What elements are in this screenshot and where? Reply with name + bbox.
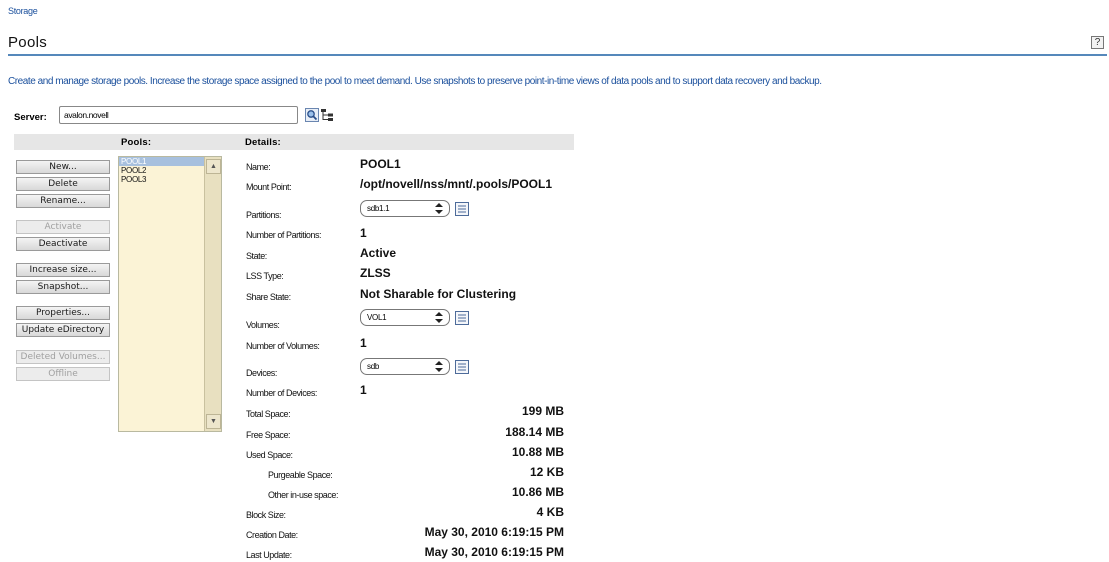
delete-button[interactable]: Delete: [16, 177, 110, 191]
details-list-icon[interactable]: [455, 360, 469, 374]
new-button[interactable]: New...: [16, 160, 110, 174]
page-title: Pools: [8, 34, 48, 51]
select-arrows-icon: [435, 361, 443, 372]
deactivate-button[interactable]: Deactivate: [16, 237, 110, 251]
select-arrows-icon: [435, 203, 443, 214]
details-list-icon[interactable]: [455, 311, 469, 325]
block-size-label: Block Size:: [246, 510, 286, 520]
used-space-label: Used Space:: [246, 450, 293, 460]
server-input[interactable]: [59, 106, 298, 124]
num-partitions-label: Number of Partitions:: [246, 230, 322, 240]
num-partitions-value: 1: [360, 226, 367, 240]
partitions-label: Partitions:: [246, 210, 282, 220]
scroll-down-icon[interactable]: ▼: [206, 414, 221, 429]
num-devices-label: Number of Devices:: [246, 388, 317, 398]
volumes-label: Volumes:: [246, 320, 280, 330]
activate-button[interactable]: Activate: [16, 220, 110, 234]
creation-date-value: May 30, 2010 6:19:15 PM: [424, 525, 564, 539]
other-inuse-space-value: 10.86 MB: [511, 485, 564, 499]
devices-selected-value: sdb: [367, 362, 379, 371]
update-edirectory-button[interactable]: Update eDirectory: [16, 323, 110, 337]
list-item[interactable]: POOL1: [119, 157, 204, 166]
name-value: POOL1: [360, 157, 401, 171]
mount-point-value: /opt/novell/nss/mnt/.pools/POOL1: [360, 177, 553, 191]
state-label: State:: [246, 251, 267, 261]
rename-button[interactable]: Rename...: [16, 194, 110, 208]
list-item[interactable]: POOL3: [119, 175, 204, 184]
share-state-label: Share State:: [246, 292, 291, 302]
purgeable-space-value: 12 KB: [529, 465, 564, 479]
search-icon[interactable]: [305, 108, 319, 122]
free-space-value: 188.14 MB: [505, 425, 564, 439]
purgeable-space-label: Purgeable Space:: [268, 470, 333, 480]
free-space-label: Free Space:: [246, 430, 291, 440]
last-update-label: Last Update:: [246, 550, 292, 560]
snapshot-button[interactable]: Snapshot...: [16, 280, 110, 294]
mount-point-label: Mount Point:: [246, 182, 292, 192]
num-devices-value: 1: [360, 383, 367, 397]
server-label: Server:: [14, 112, 47, 123]
pools-scrollbar[interactable]: ▲ ▼: [204, 157, 221, 431]
properties-button[interactable]: Properties...: [16, 306, 110, 320]
title-divider: [8, 54, 1107, 56]
help-icon[interactable]: ?: [1091, 36, 1104, 49]
total-space-value: 199 MB: [521, 404, 564, 418]
page-description: Create and manage storage pools. Increas…: [8, 76, 822, 87]
panel-header-bar: [14, 134, 574, 150]
last-update-value: May 30, 2010 6:19:15 PM: [424, 545, 564, 559]
used-space-value: 10.88 MB: [511, 445, 564, 459]
partitions-select[interactable]: sdb1.1: [360, 200, 450, 217]
increase-size-button[interactable]: Increase size...: [16, 263, 110, 277]
share-state-value: Not Sharable for Clustering: [360, 287, 517, 301]
block-size-value: 4 KB: [536, 505, 564, 519]
scroll-up-icon[interactable]: ▲: [206, 159, 221, 174]
creation-date-label: Creation Date:: [246, 530, 298, 540]
partitions-selected-value: sdb1.1: [367, 204, 390, 213]
num-volumes-label: Number of Volumes:: [246, 341, 320, 351]
breadcrumb[interactable]: Storage: [8, 6, 38, 16]
details-header: Details:: [245, 137, 281, 148]
select-arrows-icon: [435, 312, 443, 323]
offline-button[interactable]: Offline: [16, 367, 110, 381]
num-volumes-value: 1: [360, 336, 367, 350]
volumes-selected-value: VOL1: [367, 313, 387, 322]
lss-type-label: LSS Type:: [246, 271, 284, 281]
lss-type-value: ZLSS: [360, 266, 391, 280]
other-inuse-space-label: Other in-use space:: [268, 490, 338, 500]
volumes-select[interactable]: VOL1: [360, 309, 450, 326]
state-value: Active: [360, 246, 397, 260]
list-item[interactable]: POOL2: [119, 166, 204, 175]
pools-header: Pools:: [121, 137, 152, 148]
deleted-volumes-button[interactable]: Deleted Volumes...: [16, 350, 110, 364]
devices-select[interactable]: sdb: [360, 358, 450, 375]
pools-listbox[interactable]: POOL1 POOL2 POOL3 ▲ ▼: [118, 156, 222, 432]
details-list-icon[interactable]: [455, 202, 469, 216]
devices-label: Devices:: [246, 368, 277, 378]
name-label: Name:: [246, 162, 271, 172]
browse-tree-icon[interactable]: [320, 108, 334, 122]
total-space-label: Total Space:: [246, 409, 291, 419]
